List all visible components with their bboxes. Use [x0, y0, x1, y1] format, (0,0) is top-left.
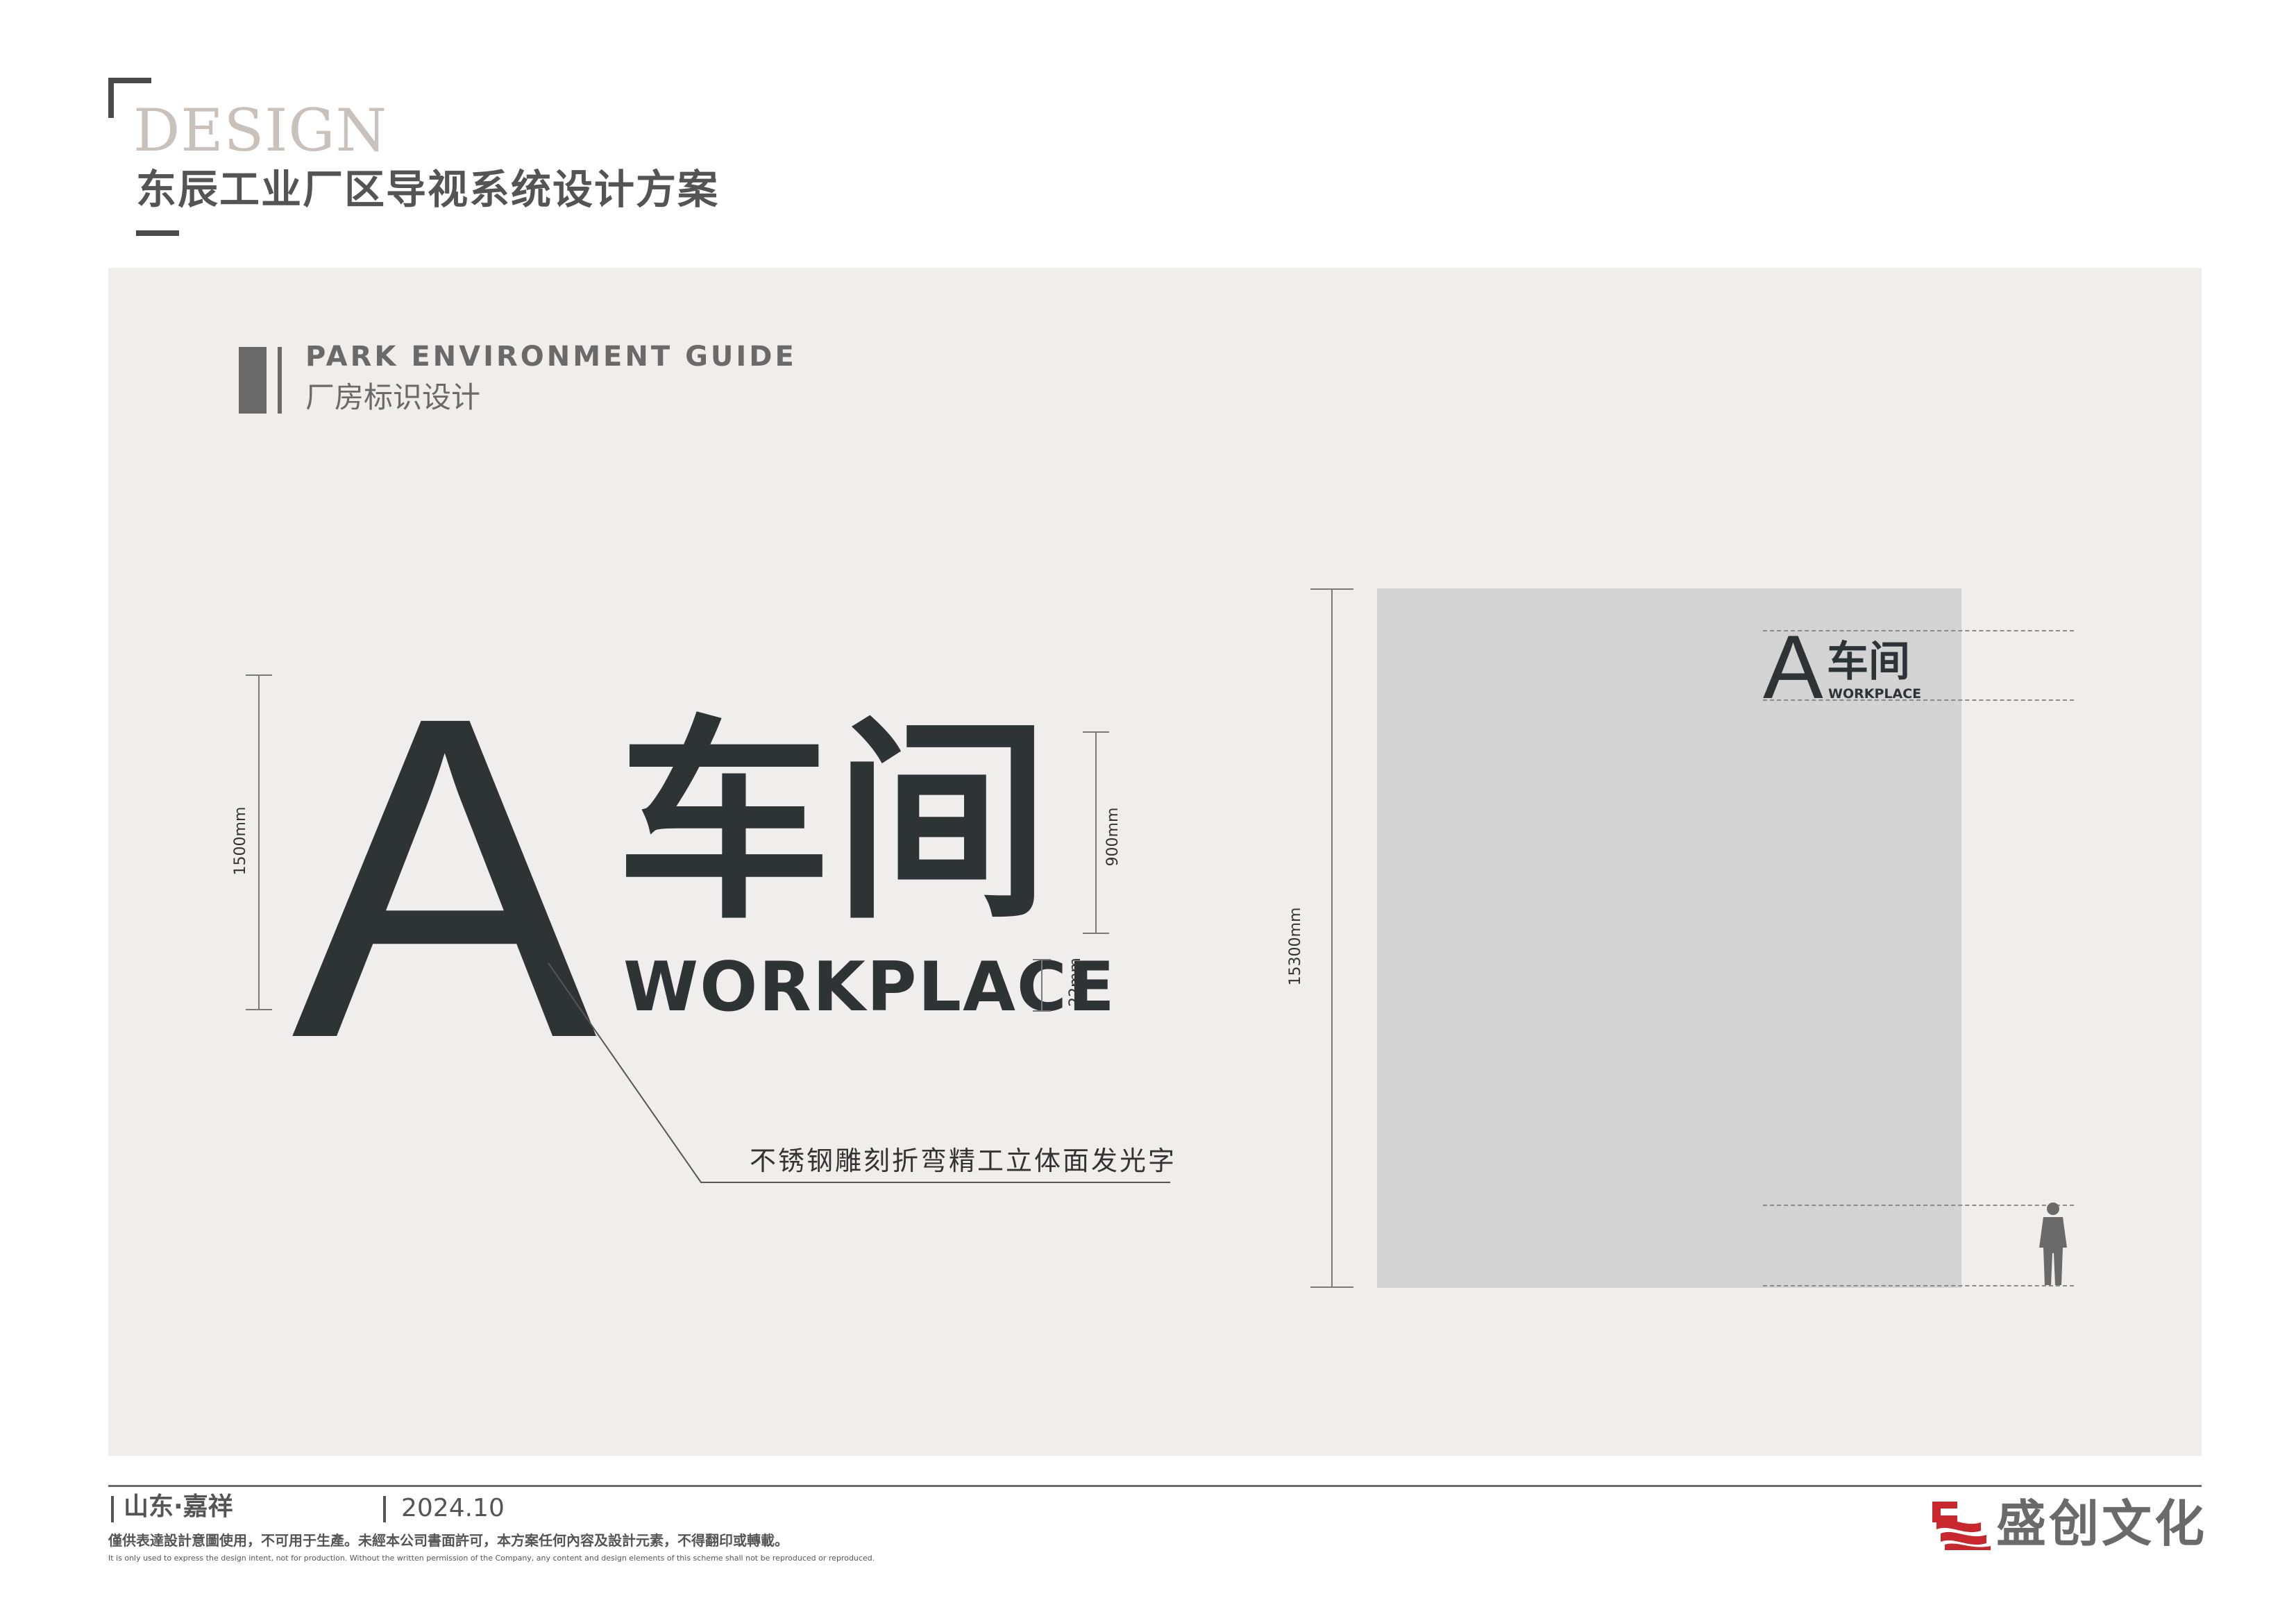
dimension-tick — [246, 674, 272, 676]
section-title-cn: 厂房标识设计 — [305, 380, 481, 414]
dimension-tick — [1310, 588, 1353, 590]
elevation-sign-letter: A — [1763, 616, 1823, 717]
elevation-sign-name-en: WORKPLACE — [1828, 686, 1922, 702]
dimension-tick — [1310, 1286, 1353, 1288]
guide-dashed-line — [1763, 1285, 2074, 1286]
section-title-en: PARK ENVIRONMENT GUIDE — [305, 341, 797, 373]
dimension-label-total: 1500mm — [232, 806, 249, 876]
dimension-tick — [1083, 933, 1109, 934]
project-date: 2024.10 — [401, 1494, 505, 1522]
location-divider — [111, 1496, 114, 1522]
company-name: 盛创文化 — [1996, 1495, 2208, 1553]
disclaimer-en: It is only used to express the design in… — [108, 1554, 875, 1563]
elevation-sign-name-cn: 车间 — [1827, 638, 1910, 686]
dimension-line-total — [258, 674, 260, 1010]
section-marker-thick — [239, 347, 267, 414]
human-scale-figure-icon — [2039, 1203, 2067, 1285]
title-underline — [136, 230, 179, 236]
guide-dashed-line — [1763, 1205, 2074, 1206]
project-location: 山东·嘉祥 — [124, 1493, 233, 1521]
dimension-tick — [1083, 731, 1109, 733]
disclaimer-cn: 僅供表達設計意圖使用，不可用于生產。未經本公司書面許可，本方案任何內容及設計元素… — [108, 1532, 788, 1549]
sign-name-cn: 车间 — [616, 698, 1052, 949]
dimension-tick — [246, 1009, 272, 1010]
footer-rule — [108, 1485, 2202, 1487]
company-logo-icon — [1932, 1502, 1991, 1550]
dimension-line-height — [1331, 588, 1333, 1288]
material-note: 不锈钢雕刻折弯精工立体面发光字 — [750, 1146, 1177, 1176]
dimension-label-cn: 900mm — [1104, 807, 1122, 867]
design-label: DESIGN — [133, 96, 387, 164]
dimension-line-cn — [1095, 731, 1097, 934]
document-title: 东辰工业厂区导视系统设计方案 — [136, 166, 720, 213]
date-divider — [383, 1496, 386, 1522]
dimension-label-height: 15300mm — [1287, 907, 1304, 986]
section-marker-thin — [278, 347, 282, 414]
